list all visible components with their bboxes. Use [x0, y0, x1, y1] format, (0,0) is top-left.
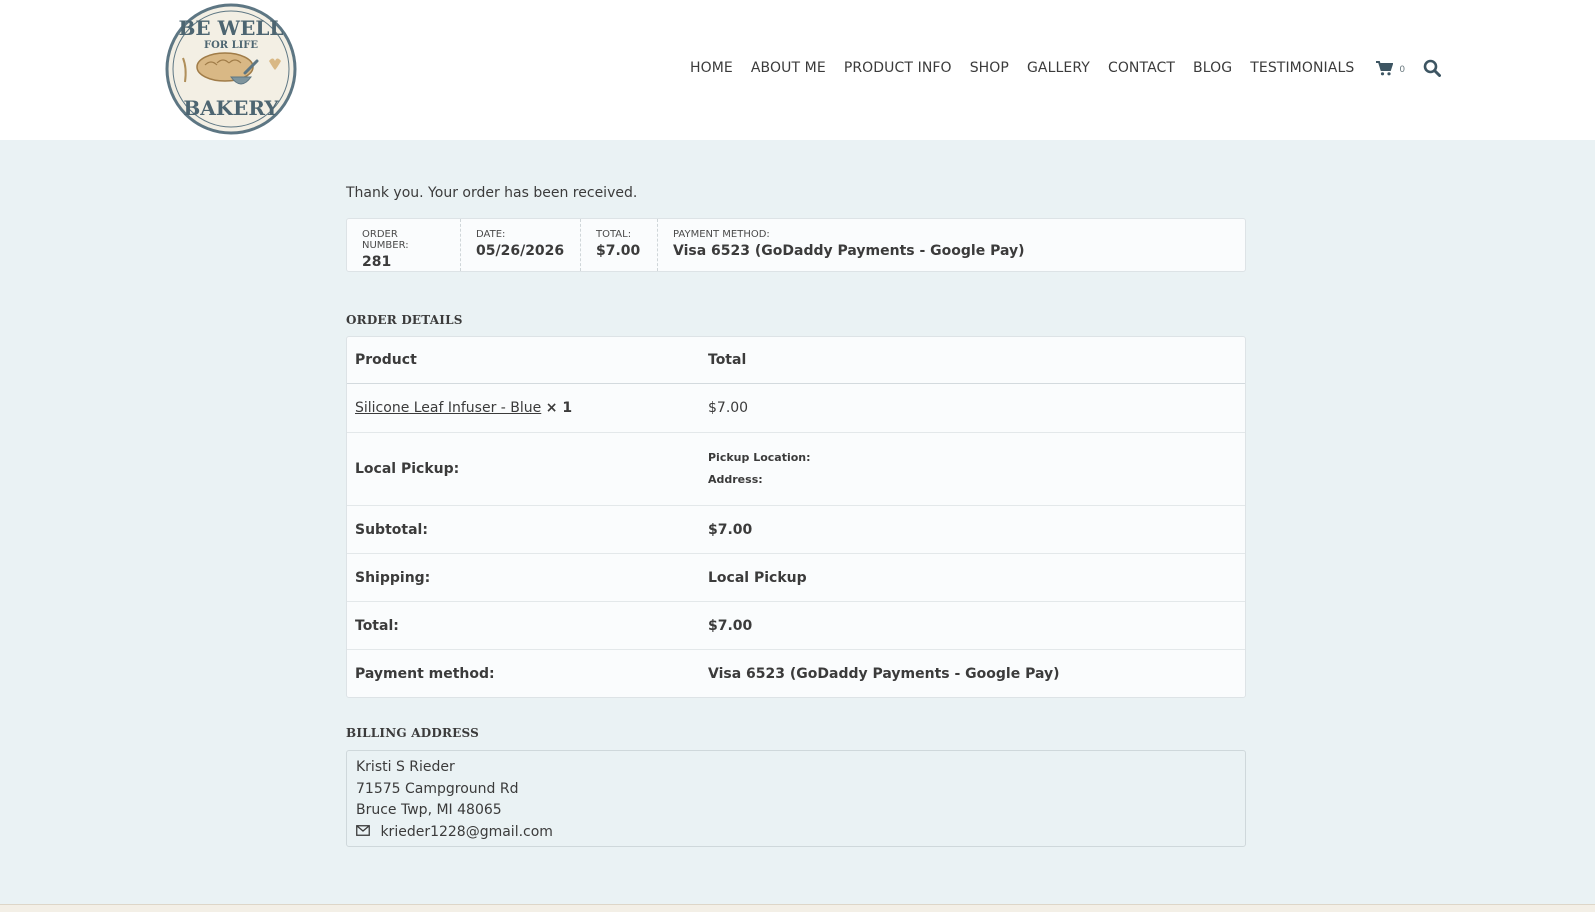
table-row: Subtotal: $7.00 [347, 505, 1245, 553]
table-header-row: Product Total [347, 337, 1245, 384]
nav-product-info[interactable]: PRODUCT INFO [844, 60, 952, 76]
cart-icon [1376, 60, 1394, 75]
table-row: Payment method: Visa 6523 (GoDaddy Payme… [347, 649, 1245, 697]
payment-method-row-value: Visa 6523 (GoDaddy Payments - Google Pay… [708, 665, 1060, 682]
product-quantity: × 1 [545, 400, 573, 416]
shipping-label: Shipping: [355, 569, 431, 586]
cart-button[interactable]: 0 [1376, 60, 1406, 76]
search-icon [1423, 59, 1442, 77]
subtotal-label: Subtotal: [355, 521, 428, 538]
nav-gallery[interactable]: GALLERY [1027, 60, 1090, 76]
payment-method-value: Visa 6523 (GoDaddy Payments - Google Pay… [673, 243, 1025, 259]
total-row-label: Total: [355, 617, 399, 634]
column-product-header: Product [355, 352, 417, 368]
table-row: Total: $7.00 [347, 601, 1245, 649]
billing-email: krieder1228@gmail.com [380, 823, 553, 840]
order-number-value: 281 [362, 254, 392, 270]
order-number-label: ORDER NUMBER: [362, 229, 409, 251]
nav-home[interactable]: HOME [690, 60, 733, 76]
envelope-icon [356, 824, 370, 836]
product-total: $7.00 [708, 400, 749, 416]
total-row-value: $7.00 [708, 617, 753, 634]
footer-edge [0, 904, 1595, 912]
thank-you-message: Thank you. Your order has been received. [346, 185, 638, 201]
overview-date: DATE: 05/26/2026 [461, 219, 581, 271]
payment-method-row-label: Payment method: [355, 665, 495, 682]
date-value: 05/26/2026 [476, 243, 565, 259]
billing-city: Bruce Twp, MI 48065 [356, 802, 502, 818]
pickup-info: Pickup Location: Address: [708, 447, 1245, 491]
payment-method-label: PAYMENT METHOD: [673, 229, 770, 240]
product-cell: Silicone Leaf Infuser - Blue × 1 [347, 400, 708, 416]
overview-total: TOTAL: $7.00 [581, 219, 658, 271]
site-header: BE WELL FOR LIFE BAKERY HOME ABOUT ME PR… [0, 0, 1595, 140]
overview-order-number: ORDER NUMBER: 281 [347, 219, 461, 271]
billing-address: Kristi S Rieder 71575 Campground Rd Bruc… [346, 750, 1246, 847]
search-button[interactable] [1423, 59, 1442, 77]
nav-blog[interactable]: BLOG [1193, 60, 1232, 76]
cart-count: 0 [1399, 65, 1406, 75]
billing-street: 71575 Campground Rd [356, 780, 519, 797]
shipping-value: Local Pickup [708, 569, 807, 586]
column-total-header: Total [708, 352, 747, 368]
table-row: Silicone Leaf Infuser - Blue × 1 $7.00 [347, 384, 1245, 432]
order-details-heading: ORDER DETAILS [346, 313, 463, 327]
order-overview: ORDER NUMBER: 281 DATE: 05/26/2026 TOTAL… [346, 218, 1246, 272]
total-label: TOTAL: [596, 229, 632, 240]
billing-email-row: krieder1228@gmail.com [356, 822, 1236, 844]
pickup-location-label: Pickup Location: [708, 451, 811, 464]
table-row: Local Pickup: Pickup Location: Address: [347, 432, 1245, 505]
order-details-table: Product Total Silicone Leaf Infuser - Bl… [346, 336, 1246, 698]
logo-text-middle: FOR LIFE [204, 40, 258, 51]
table-row: Shipping: Local Pickup [347, 553, 1245, 601]
logo-text-top: BE WELL [179, 16, 284, 40]
billing-name: Kristi S Rieder [356, 759, 455, 775]
bakery-logo[interactable]: BE WELL FOR LIFE BAKERY [165, 3, 297, 135]
nav-contact[interactable]: CONTACT [1108, 60, 1175, 76]
pickup-address-label: Address: [708, 473, 763, 486]
billing-address-heading: BILLING ADDRESS [346, 726, 479, 740]
logo-text-bottom: BAKERY [183, 96, 279, 120]
nav-about-me[interactable]: ABOUT ME [751, 60, 826, 76]
nav-shop[interactable]: SHOP [970, 60, 1009, 76]
total-value: $7.00 [596, 243, 641, 259]
overview-payment-method: PAYMENT METHOD: Visa 6523 (GoDaddy Payme… [658, 219, 1245, 271]
subtotal-value: $7.00 [708, 521, 753, 538]
nav-testimonials[interactable]: TESTIMONIALS [1250, 60, 1354, 76]
product-link[interactable]: Silicone Leaf Infuser - Blue [355, 400, 541, 416]
date-label: DATE: [476, 229, 506, 240]
main-nav: HOME ABOUT ME PRODUCT INFO SHOP GALLERY … [690, 57, 1442, 79]
local-pickup-label: Local Pickup: [355, 461, 460, 477]
